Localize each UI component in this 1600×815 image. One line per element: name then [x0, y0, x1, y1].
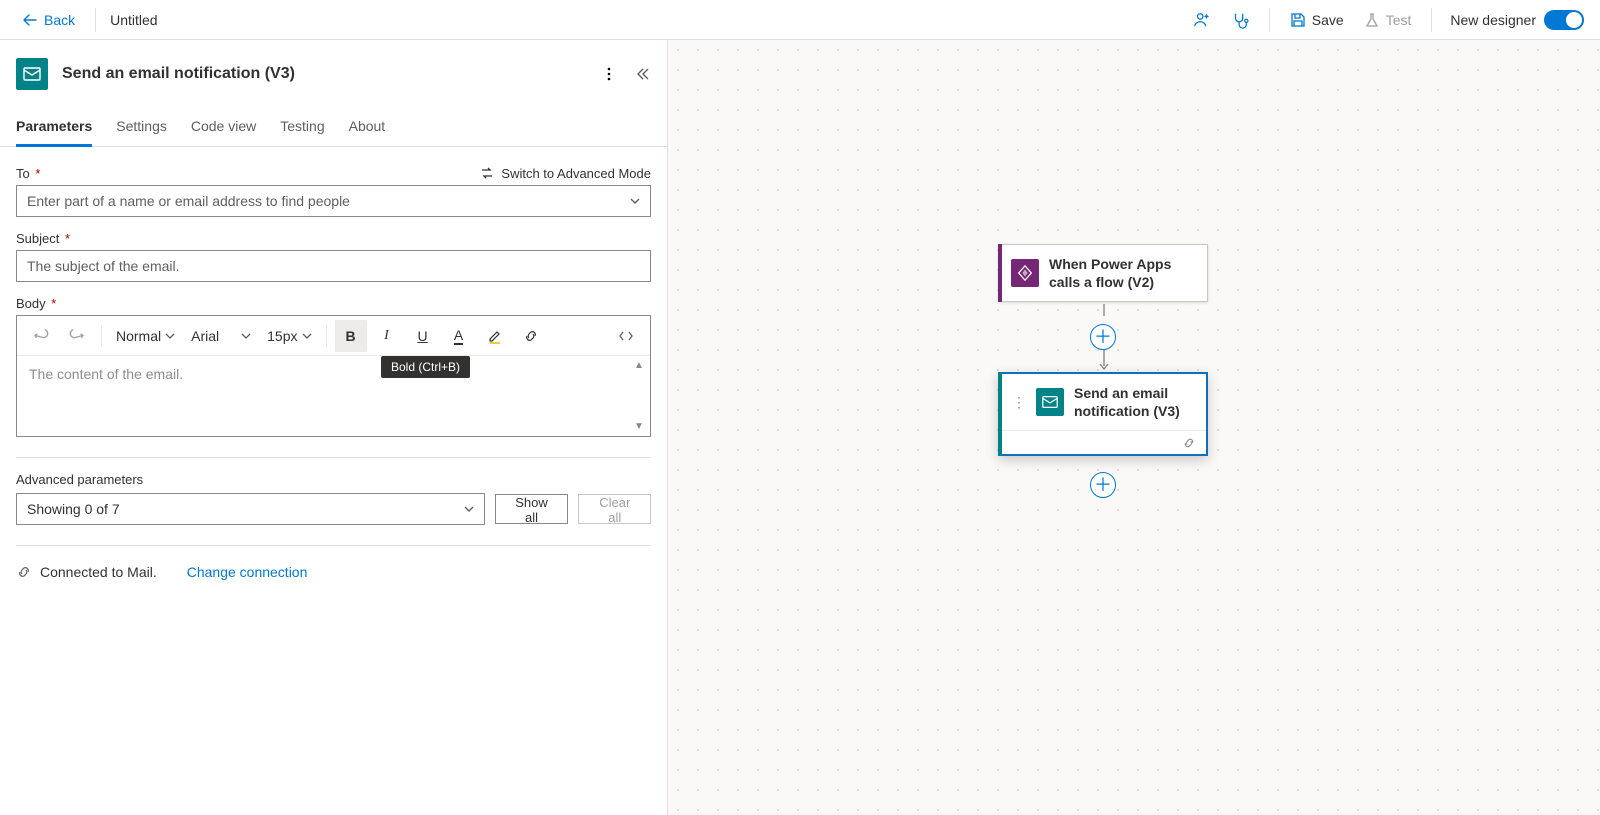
clear-all-button: Clear all [578, 494, 651, 524]
bold-button[interactable]: B [335, 320, 367, 352]
link-icon [523, 328, 539, 344]
connector-line [1098, 304, 1110, 320]
save-icon [1290, 12, 1306, 28]
flow-canvas[interactable]: When Power Apps calls a flow (V2) ＋ ⋮ Se… [668, 40, 1600, 815]
redo-button[interactable] [61, 320, 93, 352]
top-bar: Back Untitled Save Test New designer [0, 0, 1600, 40]
font-dropdown[interactable]: Arial [185, 320, 257, 352]
to-input[interactable] [16, 185, 651, 217]
chevron-down-icon [302, 331, 312, 341]
highlight-icon [487, 328, 503, 344]
feedback-button[interactable] [1221, 0, 1259, 39]
tab-parameters[interactable]: Parameters [16, 108, 92, 146]
tab-code-view[interactable]: Code view [191, 108, 256, 146]
undo-icon [33, 328, 49, 344]
tab-settings[interactable]: Settings [116, 108, 167, 146]
scrollbar[interactable]: ▲▼ [634, 360, 648, 432]
connector-arrow [1098, 350, 1110, 372]
swap-icon [479, 165, 495, 181]
action-node[interactable]: ⋮ Send an email notification (V3) [998, 372, 1208, 456]
powerapps-icon [1011, 259, 1039, 287]
arrow-left-icon [22, 12, 38, 28]
flask-icon [1364, 12, 1380, 28]
link-button[interactable] [515, 320, 547, 352]
advanced-parameters-label: Advanced parameters [16, 472, 651, 487]
add-step-button[interactable]: ＋ [1090, 472, 1116, 498]
save-label: Save [1312, 12, 1344, 28]
mail-icon [1036, 388, 1064, 416]
drag-handle-icon[interactable]: ⋮ [1012, 399, 1026, 405]
body-textarea[interactable]: The content of the email. ▲▼ [17, 356, 650, 436]
test-label: Test [1386, 12, 1412, 28]
more-options-button[interactable] [601, 66, 617, 82]
show-all-button[interactable]: Show all [495, 494, 569, 524]
connection-status: Connected to Mail. [40, 564, 157, 580]
flow-title[interactable]: Untitled [106, 12, 157, 28]
style-dropdown[interactable]: Normal [110, 320, 181, 352]
divider [95, 8, 96, 32]
more-vertical-icon [601, 66, 617, 82]
font-color-button[interactable]: A [443, 320, 475, 352]
panel-tabs: Parameters Settings Code view Testing Ab… [0, 108, 667, 147]
copilot-button[interactable] [1183, 0, 1221, 39]
chevron-down-icon [241, 331, 251, 341]
back-button[interactable]: Back [12, 0, 85, 39]
to-label: To * [16, 166, 40, 181]
new-designer-label: New designer [1442, 12, 1544, 28]
highlight-button[interactable] [479, 320, 511, 352]
advanced-parameters-select[interactable] [16, 493, 485, 525]
trigger-node[interactable]: When Power Apps calls a flow (V2) [998, 244, 1208, 302]
change-connection-link[interactable]: Change connection [187, 564, 308, 580]
collapse-panel-button[interactable] [635, 66, 651, 82]
underline-button[interactable]: U [407, 320, 439, 352]
body-editor: Normal Arial 15px B I U A Bold (Ctrl+B) [16, 315, 651, 437]
code-icon [618, 328, 634, 344]
new-designer-toggle[interactable] [1544, 10, 1584, 30]
tab-testing[interactable]: Testing [280, 108, 324, 146]
link-icon [1182, 436, 1196, 450]
back-label: Back [44, 12, 75, 28]
tab-about[interactable]: About [349, 108, 386, 146]
divider [1431, 8, 1432, 32]
redo-icon [69, 328, 85, 344]
italic-button[interactable]: I [371, 320, 403, 352]
undo-button[interactable] [25, 320, 57, 352]
code-view-toggle[interactable] [610, 320, 642, 352]
add-step-button[interactable]: ＋ [1090, 324, 1116, 350]
size-dropdown[interactable]: 15px [261, 320, 317, 352]
divider [1269, 8, 1270, 32]
mail-connector-icon [16, 58, 48, 90]
chevron-down-icon [165, 331, 175, 341]
panel-title: Send an email notification (V3) [62, 65, 587, 83]
person-sparkle-icon [1193, 11, 1211, 29]
switch-advanced-mode[interactable]: Switch to Advanced Mode [479, 165, 651, 181]
node-title: Send an email notification (V3) [1074, 384, 1194, 420]
chevron-double-left-icon [635, 66, 651, 82]
node-title: When Power Apps calls a flow (V2) [1049, 255, 1195, 291]
save-button[interactable]: Save [1280, 0, 1354, 39]
test-button: Test [1354, 0, 1422, 39]
subject-label: Subject * [16, 231, 70, 246]
subject-input[interactable] [16, 250, 651, 282]
action-config-panel: Send an email notification (V3) Paramete… [0, 40, 668, 815]
link-icon [16, 564, 32, 580]
body-label: Body * [16, 296, 56, 311]
stethoscope-icon [1231, 11, 1249, 29]
